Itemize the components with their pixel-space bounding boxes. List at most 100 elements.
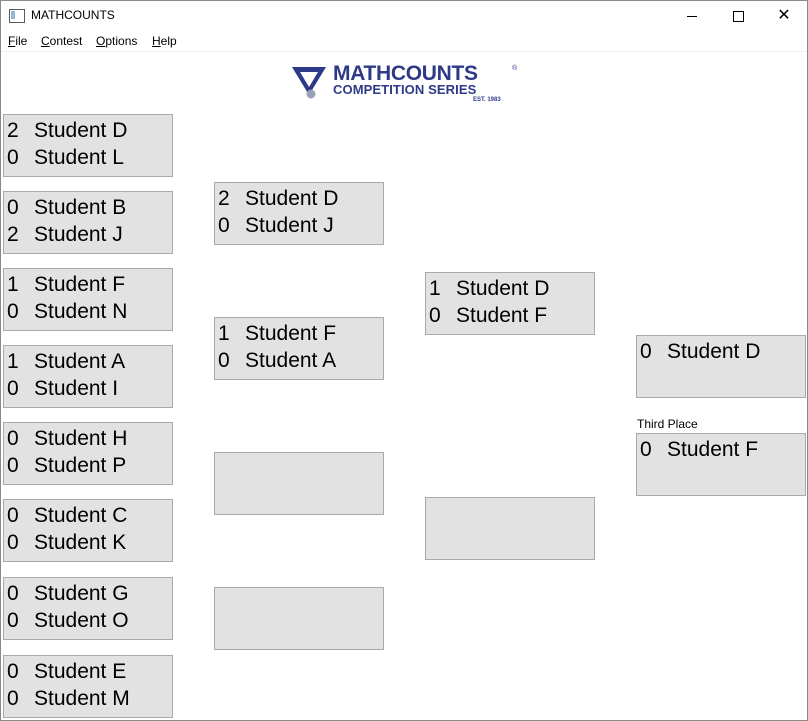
match-r1-6[interactable]: 0 Student C 0 Student K (3, 499, 173, 562)
competitor-row: 0 Student O (7, 609, 129, 633)
competitor-row: 1 Student F (7, 273, 125, 297)
menu-help[interactable]: Help (152, 34, 177, 48)
score: 0 (218, 214, 230, 237)
match-r1-3[interactable]: 1 Student F 0 Student N (3, 268, 173, 331)
match-r1-7[interactable]: 0 Student G 0 Student O (3, 577, 173, 640)
competitor-name: Student E (34, 660, 127, 683)
match-r2-4-empty[interactable] (214, 587, 384, 650)
menu-options[interactable]: Options (96, 34, 137, 48)
competitor-row: 0 Student L (7, 146, 124, 170)
score: 0 (7, 300, 19, 323)
score: 2 (7, 223, 19, 246)
competitor-name: Student J (34, 223, 123, 246)
score: 1 (7, 273, 19, 296)
score: 0 (640, 438, 652, 461)
competitor-name: Student D (667, 340, 761, 363)
logo-subtitle: COMPETITION SERIES (333, 82, 477, 97)
maximize-button[interactable] (715, 1, 761, 31)
close-button[interactable]: ✕ (761, 1, 807, 31)
competitor-row: 0 Student K (7, 531, 126, 555)
match-r2-3-empty[interactable] (214, 452, 384, 515)
minimize-button[interactable] (669, 1, 715, 31)
score: 2 (7, 119, 19, 142)
score: 0 (7, 660, 19, 683)
match-r1-2[interactable]: 0 Student B 2 Student J (3, 191, 173, 254)
competitor-row: 0 Student N (7, 300, 127, 324)
competitor-row: 0 Student H (7, 427, 127, 451)
match-r2-2[interactable]: 1 Student F 0 Student A (214, 317, 384, 380)
competitor-name: Student P (34, 454, 127, 477)
score: 0 (7, 609, 19, 632)
mathcounts-logo: MATHCOUNTS ® COMPETITION SERIES EST. 198… (291, 63, 523, 107)
competitor-name: Student I (34, 377, 119, 400)
match-r1-4[interactable]: 1 Student A 0 Student I (3, 345, 173, 408)
match-semifinal-1[interactable]: 1 Student D 0 Student F (425, 272, 595, 335)
competitor-name: Student D (34, 119, 128, 142)
score: 0 (429, 304, 441, 327)
score: 1 (429, 277, 441, 300)
competitor-row: 0 Student J (218, 214, 334, 238)
match-r1-8[interactable]: 0 Student E 0 Student M (3, 655, 173, 718)
score: 0 (7, 454, 19, 477)
competitor-row: 0 Student P (7, 454, 126, 478)
score: 1 (7, 350, 19, 373)
menu-bar: File Contest Options Help (1, 31, 807, 52)
close-icon: ✕ (777, 7, 791, 24)
score: 0 (7, 687, 19, 710)
competitor-name: Student D (456, 277, 550, 300)
competitor-name: Student B (34, 196, 127, 219)
match-r1-1[interactable]: 2 Student D 0 Student L (3, 114, 173, 177)
third-place-label: Third Place (637, 417, 698, 431)
score: 0 (7, 582, 19, 605)
competitor-name: Student D (245, 187, 339, 210)
competitor-name: Student M (34, 687, 130, 710)
competitor-row: 2 Student D (218, 187, 338, 211)
competitor-name: Student A (34, 350, 126, 373)
score: 0 (7, 196, 19, 219)
competitor-name: Student A (245, 349, 337, 372)
logo-registered-mark: ® (512, 65, 518, 72)
score: 0 (7, 531, 19, 554)
competitor-row: 0 Student F (429, 304, 547, 328)
title-bar[interactable]: MATHCOUNTS ✕ (1, 1, 807, 31)
competitor-name: Student N (34, 300, 128, 323)
competitor-name: Student F (245, 322, 337, 345)
competitor-row: 0 Student I (7, 377, 118, 401)
minimize-icon (687, 15, 697, 17)
competitor-row: 2 Student D (7, 119, 127, 143)
score: 0 (7, 146, 19, 169)
competitor-row: 0 Student G (7, 582, 129, 606)
competitor-row: 1 Student F (218, 322, 336, 346)
score: 2 (218, 187, 230, 210)
score: 0 (640, 340, 652, 363)
competitor-row: 0 Student D (640, 340, 760, 364)
window-title: MATHCOUNTS (31, 8, 115, 22)
competitor-row: 0 Student M (7, 687, 130, 711)
score: 1 (218, 322, 230, 345)
competitor-row: 2 Student J (7, 223, 123, 247)
app-window: MATHCOUNTS ✕ File Contest Options Help M… (0, 0, 808, 721)
competitor-row: 0 Student E (7, 660, 126, 684)
match-r1-5[interactable]: 0 Student H 0 Student P (3, 422, 173, 485)
competitor-name: Student F (667, 438, 759, 461)
competitor-row: 0 Student B (7, 196, 126, 220)
menu-file[interactable]: File (8, 34, 27, 48)
match-final[interactable]: 0 Student D (636, 335, 806, 398)
competitor-name: Student O (34, 609, 129, 632)
competitor-name: Student L (34, 146, 124, 169)
competitor-name: Student F (34, 273, 126, 296)
competitor-row: 0 Student A (218, 349, 336, 373)
menu-contest[interactable]: Contest (41, 34, 82, 48)
match-r2-1[interactable]: 2 Student D 0 Student J (214, 182, 384, 245)
logo-shield-icon (292, 67, 326, 99)
score: 0 (7, 504, 19, 527)
competitor-name: Student G (34, 582, 129, 605)
competitor-name: Student F (456, 304, 548, 327)
match-third-place[interactable]: 0 Student F (636, 433, 806, 496)
competitor-row: 0 Student F (640, 438, 758, 462)
competitor-row: 1 Student D (429, 277, 549, 301)
competitor-name: Student K (34, 531, 127, 554)
match-semifinal-2-empty[interactable] (425, 497, 595, 560)
competitor-row: 1 Student A (7, 350, 125, 374)
score: 0 (218, 349, 230, 372)
